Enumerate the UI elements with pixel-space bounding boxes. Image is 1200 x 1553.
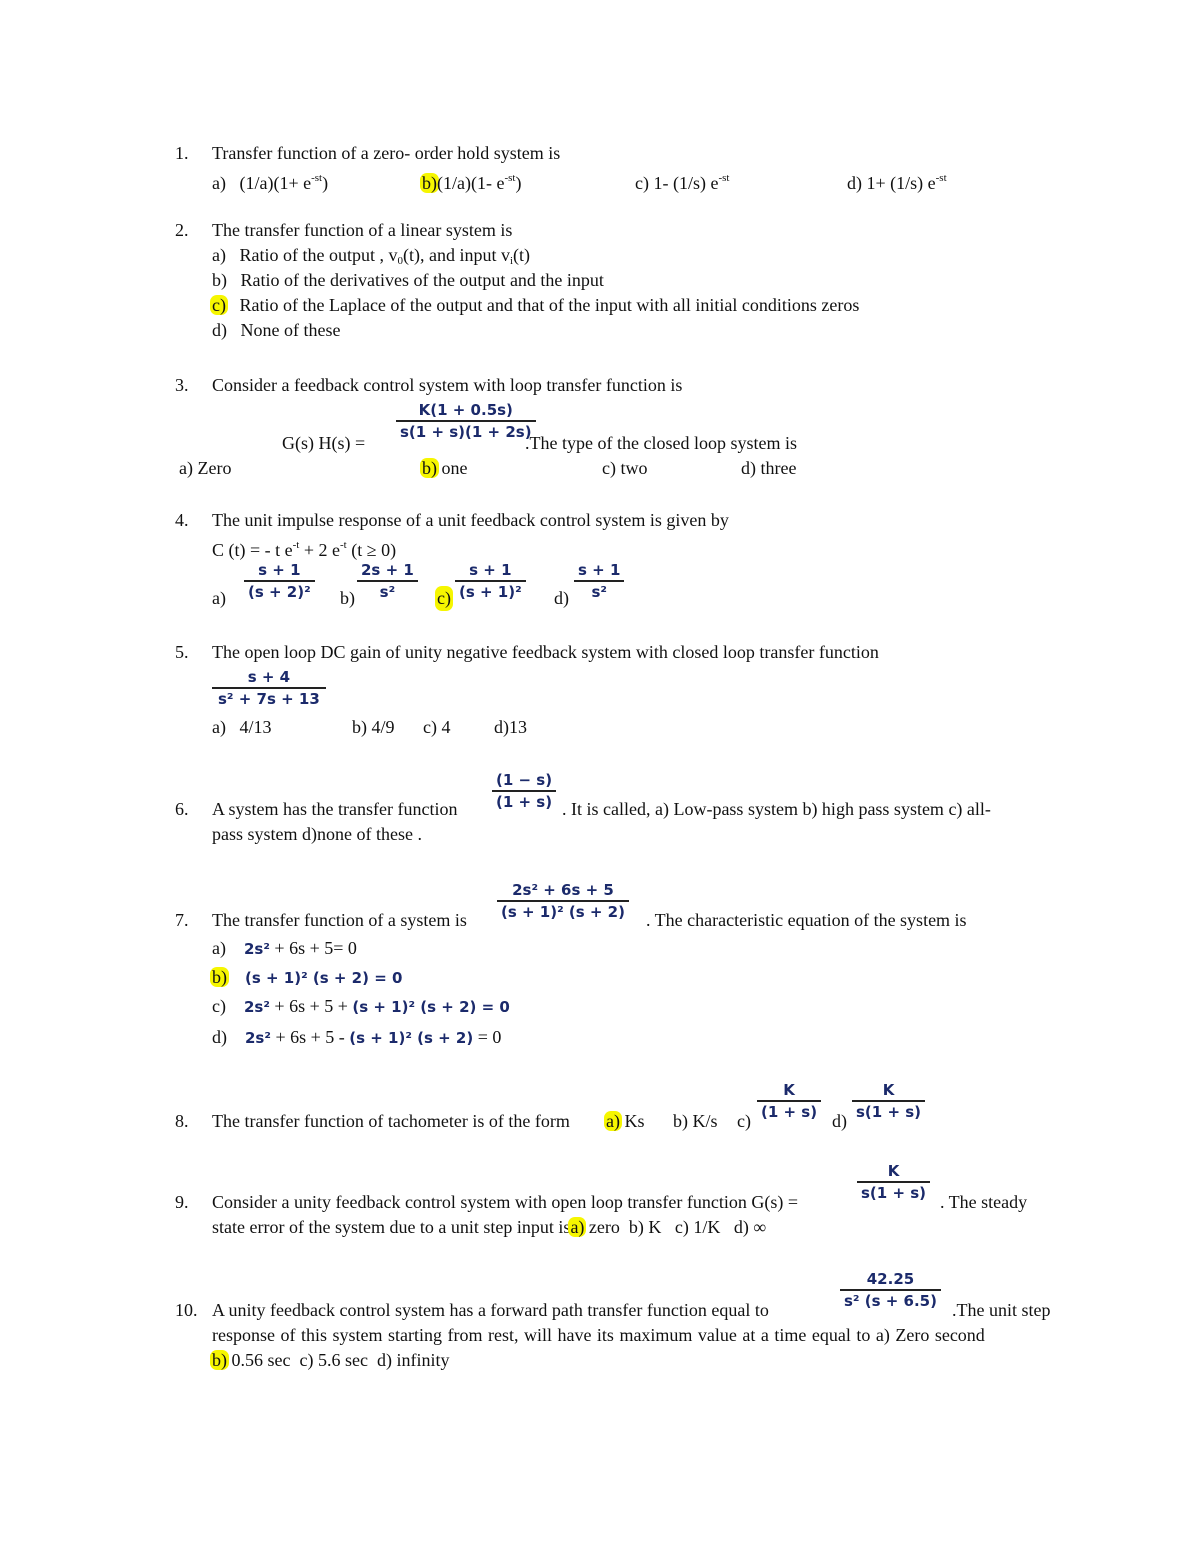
option-c: c) 1- (1/s) e-st xyxy=(635,172,730,193)
question-text: A unity feedback control system has a fo… xyxy=(212,1300,769,1320)
question-5: 5. The open loop DC gain of unity negati… xyxy=(175,640,1075,740)
transfer-fraction: (1 − s) (1 + s) xyxy=(492,770,557,812)
closed-loop-fraction: s + 4 s² + 7s + 13 xyxy=(212,667,326,709)
question-3: 3. Consider a feedback control system wi… xyxy=(175,373,1075,481)
open-loop-fraction: Ks(1 + s) xyxy=(857,1161,931,1203)
options-row: a) (1/a)(1+ e-st) b)(1/a)(1- e-st) c) 1-… xyxy=(212,166,1075,193)
answer-highlight: b) xyxy=(210,967,229,987)
question-number: 5. xyxy=(175,642,189,662)
question-text-row: A system has the transfer function (1 − … xyxy=(212,770,1075,822)
option-d-label: d) xyxy=(832,1111,847,1131)
option-b-answer: b)(1/a)(1- e-st) xyxy=(420,172,522,193)
answer-highlight: c) xyxy=(210,295,228,315)
equation-row: G(s) H(s) = K(1 + 0.5s) s(1 + s)(1 + 2s) … xyxy=(212,398,1075,456)
option-c: c) two xyxy=(602,458,648,478)
option-b-label: b) xyxy=(340,588,355,608)
question-text-suffix: . It is called, a) Low-pass system b) hi… xyxy=(562,799,991,819)
question-line2: response of this system starting from re… xyxy=(212,1325,985,1345)
option-a: a) 4/13 xyxy=(212,717,272,737)
question-number: 9. xyxy=(175,1192,189,1212)
option-b-fraction: 2s + 1 s² xyxy=(357,560,418,602)
question-text: The transfer function of a system is xyxy=(212,910,467,930)
answer-highlight: b) xyxy=(420,458,439,478)
answer-highlight: a) xyxy=(568,1217,587,1237)
question-text: A system has the transfer function xyxy=(212,799,458,819)
loop-transfer-fraction: K(1 + 0.5s) s(1 + s)(1 + 2s) xyxy=(396,400,536,442)
option-c-fraction: s + 1 (s + 1)² xyxy=(455,560,526,602)
question-text: Transfer function of a zero- order hold … xyxy=(212,143,561,163)
question-10: 10. A unity feedback control system has … xyxy=(175,1269,1075,1373)
forward-path-fraction: 42.25 s² (s + 6.5) xyxy=(840,1269,941,1311)
equation-row: s + 4 s² + 7s + 13 xyxy=(212,665,1075,715)
question-number: 8. xyxy=(175,1111,189,1131)
question-row: The transfer function of tachometer is o… xyxy=(212,1080,1075,1135)
option-d: d) 2s² + 6s + 5 - (s + 1)² (s + 2) = 0 xyxy=(212,1027,502,1047)
question-text: The open loop DC gain of unity negative … xyxy=(212,642,879,662)
question-text: The unit impulse response of a unit feed… xyxy=(212,510,729,530)
option-c: c) 2s² + 6s + 5 + (s + 1)² (s + 2) = 0 xyxy=(212,996,510,1016)
question-4: 4. The unit impulse response of a unit f… xyxy=(175,508,1075,613)
option-d: d) 1+ (1/s) e-st xyxy=(847,172,947,193)
transfer-fraction: 2s² + 6s + 5 (s + 1)² (s + 2) xyxy=(497,880,629,922)
question-row: Consider a unity feedback control system… xyxy=(212,1161,1075,1215)
options-row: a) 4/13 b) 4/9 c) 4 d)13 xyxy=(212,715,1075,740)
option-d-label: d) xyxy=(554,588,569,608)
question-number: 3. xyxy=(175,375,189,395)
option-b: b) 4/9 xyxy=(352,717,395,737)
option-c-fraction: K (1 + s) xyxy=(757,1080,822,1122)
option-d-fraction: s + 1 s² xyxy=(574,560,625,602)
option-a-answer: a) Ks xyxy=(604,1111,645,1131)
question-number: 10. xyxy=(175,1300,198,1320)
option-c-label: c) xyxy=(737,1111,751,1131)
question-number: 2. xyxy=(175,220,189,240)
question-text-row: The transfer function of a system is 2s²… xyxy=(212,880,1075,936)
option-a-fraction: s + 1 (s + 2)² xyxy=(244,560,315,602)
question-6: 6. A system has the transfer function (1… xyxy=(175,770,1075,847)
option-b: b) Ratio of the derivatives of the outpu… xyxy=(212,270,604,290)
question-line2: state error of the system due to a unit … xyxy=(212,1217,767,1237)
question-9: 9. Consider a unity feedback control sys… xyxy=(175,1161,1075,1240)
question-number: 4. xyxy=(175,510,189,530)
question-8: 8. The transfer function of tachometer i… xyxy=(175,1080,1075,1135)
equation-suffix: .The type of the closed loop system is xyxy=(525,433,797,453)
option-c: c) 4 xyxy=(423,717,451,737)
question-text: Consider a unity feedback control system… xyxy=(212,1192,799,1212)
question-text-line2: pass system d)none of these . xyxy=(212,824,422,844)
answer-highlight: a) xyxy=(604,1111,622,1131)
question-text-suffix: . The characteristic equation of the sys… xyxy=(646,910,967,930)
option-d: d)13 xyxy=(494,717,527,737)
question-number: 1. xyxy=(175,143,189,163)
answer-highlight: b) xyxy=(210,1350,229,1370)
option-b: b) K/s xyxy=(673,1111,718,1131)
question-7: 7. The transfer function of a system is … xyxy=(175,880,1075,1050)
option-d-fraction: Ks(1 + s) xyxy=(852,1080,926,1122)
question-text: The transfer function of a linear system… xyxy=(212,220,513,240)
question-row: A unity feedback control system has a fo… xyxy=(212,1269,1075,1323)
question-text-suffix: . The steady xyxy=(940,1192,1028,1212)
impulse-equation: C (t) = - t e-t + 2 e-t (t ≥ 0) xyxy=(212,539,397,560)
option-b-answer: b) (s + 1)² (s + 2) = 0 xyxy=(210,967,403,987)
document-page: 1. Transfer function of a zero- order ho… xyxy=(0,0,1200,1553)
question-text: Consider a feedback control system with … xyxy=(212,375,683,395)
question-text: The transfer function of tachometer is o… xyxy=(212,1111,570,1131)
option-b-answer: b) one xyxy=(420,458,468,478)
option-d: d) three xyxy=(741,458,797,478)
options-row: a) Zero b) one c) two d) three xyxy=(179,456,1075,481)
option-a: a) Ratio of the output , v0(t), and inpu… xyxy=(212,245,531,267)
question-number: 6. xyxy=(175,799,189,819)
option-a: a) (1/a)(1+ e-st) xyxy=(212,172,329,193)
option-c-answer-highlight: c) xyxy=(435,586,453,611)
question-text-suffix: .The unit step xyxy=(952,1300,1051,1320)
question-2: 2. The transfer function of a linear sys… xyxy=(175,218,1075,343)
option-a-label: a) xyxy=(212,588,226,608)
option-a: a) Zero xyxy=(179,458,232,478)
options-row: b) 0.56 sec c) 5.6 sec d) infinity xyxy=(210,1350,450,1370)
option-c-answer: c) Ratio of the Laplace of the output an… xyxy=(210,295,860,315)
option-d: d) None of these xyxy=(212,320,341,340)
question-number: 7. xyxy=(175,910,189,930)
option-a: a) 2s² + 6s + 5= 0 xyxy=(212,938,357,958)
options-row: a) s + 1 (s + 2)² b) 2s + 1 s² c) s + 1 (s … xyxy=(212,558,1075,613)
equation-lhs: G(s) H(s) = xyxy=(282,433,366,453)
question-1: 1. Transfer function of a zero- order ho… xyxy=(175,141,1075,193)
